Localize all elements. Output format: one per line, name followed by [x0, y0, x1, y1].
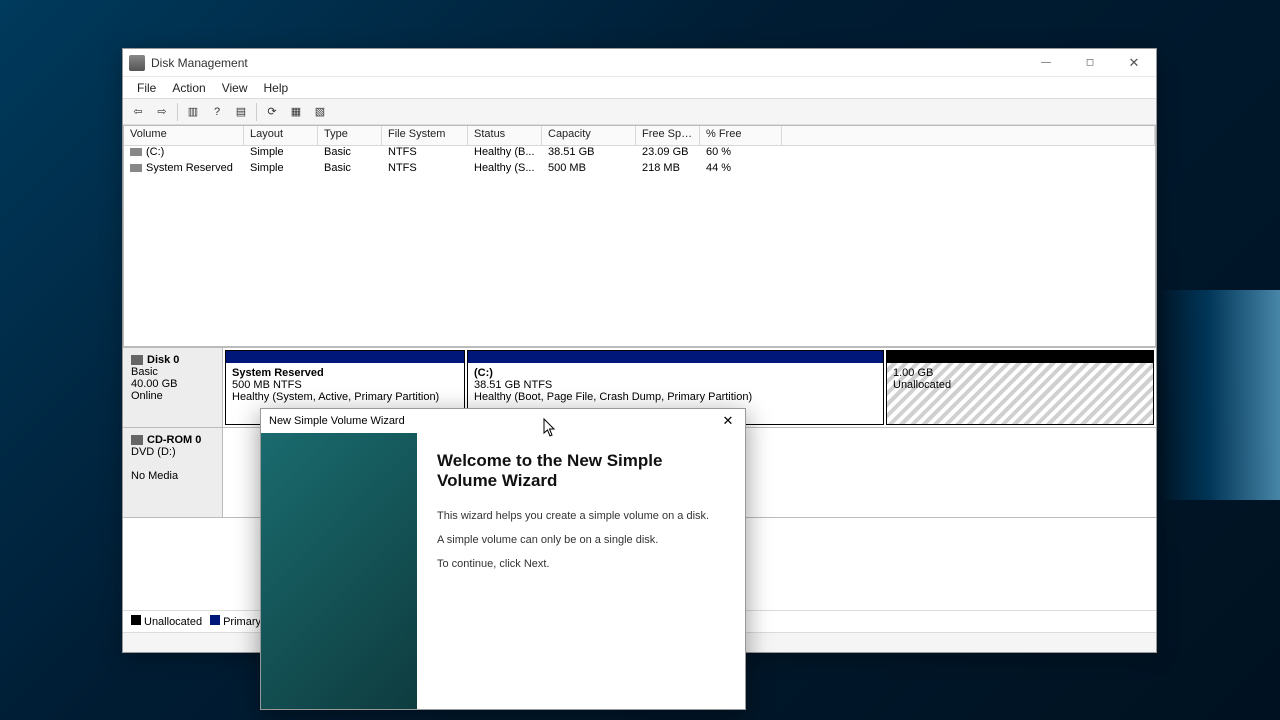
desktop-accent [1160, 290, 1280, 500]
part-title: System Reserved [232, 367, 324, 379]
part-status: Unallocated [893, 379, 951, 391]
wizard-title: New Simple Volume Wizard [269, 415, 405, 427]
wizard-text-1: This wizard helps you create a simple vo… [437, 510, 725, 522]
part-status: Healthy (Boot, Page File, Crash Dump, Pr… [474, 391, 752, 403]
cdrom-status: No Media [131, 470, 214, 482]
wizard-heading: Welcome to the New Simple Volume Wizard [437, 451, 725, 492]
volume-row[interactable]: System Reserved Simple Basic NTFS Health… [124, 162, 1155, 178]
toolbar: ⇦ ⇨ ▥ ? ▤ ⟳ ▦ ▧ [123, 99, 1156, 125]
window-title: Disk Management [151, 56, 248, 70]
part-title: (C:) [474, 367, 493, 379]
wizard-text-2: A simple volume can only be on a single … [437, 534, 725, 546]
disk-size: 40.00 GB [131, 378, 214, 390]
cell-type: Basic [318, 146, 382, 162]
col-layout[interactable]: Layout [244, 126, 318, 146]
menu-file[interactable]: File [129, 79, 164, 97]
legend-swatch-primary [210, 615, 220, 625]
disk-state: Online [131, 390, 214, 402]
part-status: Healthy (System, Active, Primary Partiti… [232, 391, 439, 403]
volume-icon [130, 148, 142, 156]
cell-fs: NTFS [382, 146, 468, 162]
disk-icon [131, 355, 143, 365]
wizard-titlebar[interactable]: New Simple Volume Wizard ✕ [261, 409, 745, 433]
volume-list-header[interactable]: Volume Layout Type File System Status Ca… [124, 126, 1155, 146]
disk-header[interactable]: Disk 0 Basic 40.00 GB Online [123, 348, 223, 427]
show-hide-tree-icon[interactable]: ▥ [182, 101, 204, 123]
cell-cap: 38.51 GB [542, 146, 636, 162]
col-volume[interactable]: Volume [124, 126, 244, 146]
nav-back-icon[interactable]: ⇦ [127, 101, 149, 123]
maximize-button[interactable]: ◻ [1068, 49, 1112, 77]
disk-type: Basic [131, 366, 214, 378]
disk-name: Disk 0 [147, 354, 179, 366]
app-icon [129, 55, 145, 71]
help-icon[interactable]: ? [206, 101, 228, 123]
part-sub: 1.00 GB [893, 367, 933, 379]
menubar: File Action View Help [123, 77, 1156, 99]
cell-free: 23.09 GB [636, 146, 700, 162]
volume-row[interactable]: (C:) Simple Basic NTFS Healthy (B... 38.… [124, 146, 1155, 162]
cell-type: Basic [318, 162, 382, 178]
col-status[interactable]: Status [468, 126, 542, 146]
cell-layout: Simple [244, 146, 318, 162]
cell-status: Healthy (B... [468, 146, 542, 162]
col-pctfree[interactable]: % Free [700, 126, 782, 146]
cell-pct: 44 % [700, 162, 782, 178]
col-type[interactable]: Type [318, 126, 382, 146]
cell-layout: Simple [244, 162, 318, 178]
nav-forward-icon[interactable]: ⇨ [151, 101, 173, 123]
cell-pct: 60 % [700, 146, 782, 162]
col-free[interactable]: Free Spa... [636, 126, 700, 146]
wizard-text-3: To continue, click Next. [437, 558, 725, 570]
close-button[interactable]: ✕ [1112, 49, 1156, 77]
part-sub: 500 MB NTFS [232, 379, 302, 391]
properties-icon[interactable]: ▤ [230, 101, 252, 123]
refresh-icon[interactable]: ⟳ [261, 101, 283, 123]
cdrom-name: CD-ROM 0 [147, 434, 201, 446]
titlebar[interactable]: Disk Management ― ◻ ✕ [123, 49, 1156, 77]
new-simple-volume-wizard: New Simple Volume Wizard ✕ Welcome to th… [260, 408, 746, 710]
legend-unalloc: Unallocated [144, 616, 202, 628]
cell-fs: NTFS [382, 162, 468, 178]
col-capacity[interactable]: Capacity [542, 126, 636, 146]
cell-volume: (C:) [146, 146, 164, 158]
cdrom-sub: DVD (D:) [131, 446, 214, 458]
menu-help[interactable]: Help [256, 79, 297, 97]
cell-status: Healthy (S... [468, 162, 542, 178]
menu-action[interactable]: Action [164, 79, 213, 97]
wizard-close-button[interactable]: ✕ [711, 410, 745, 432]
part-sub: 38.51 GB NTFS [474, 379, 552, 391]
volume-list[interactable]: Volume Layout Type File System Status Ca… [123, 125, 1156, 347]
rescan-icon[interactable]: ▦ [285, 101, 307, 123]
partition-unallocated[interactable]: 1.00 GB Unallocated [886, 350, 1154, 425]
wizard-graphic [261, 433, 417, 709]
cell-volume: System Reserved [146, 162, 233, 174]
cell-cap: 500 MB [542, 162, 636, 178]
action-icon[interactable]: ▧ [309, 101, 331, 123]
minimize-button[interactable]: ― [1024, 49, 1068, 77]
disk-header[interactable]: CD-ROM 0 DVD (D:) No Media [123, 428, 223, 517]
col-filesystem[interactable]: File System [382, 126, 468, 146]
volume-icon [130, 164, 142, 172]
cell-free: 218 MB [636, 162, 700, 178]
disc-icon [131, 435, 143, 445]
legend-swatch-unalloc [131, 615, 141, 625]
menu-view[interactable]: View [214, 79, 256, 97]
